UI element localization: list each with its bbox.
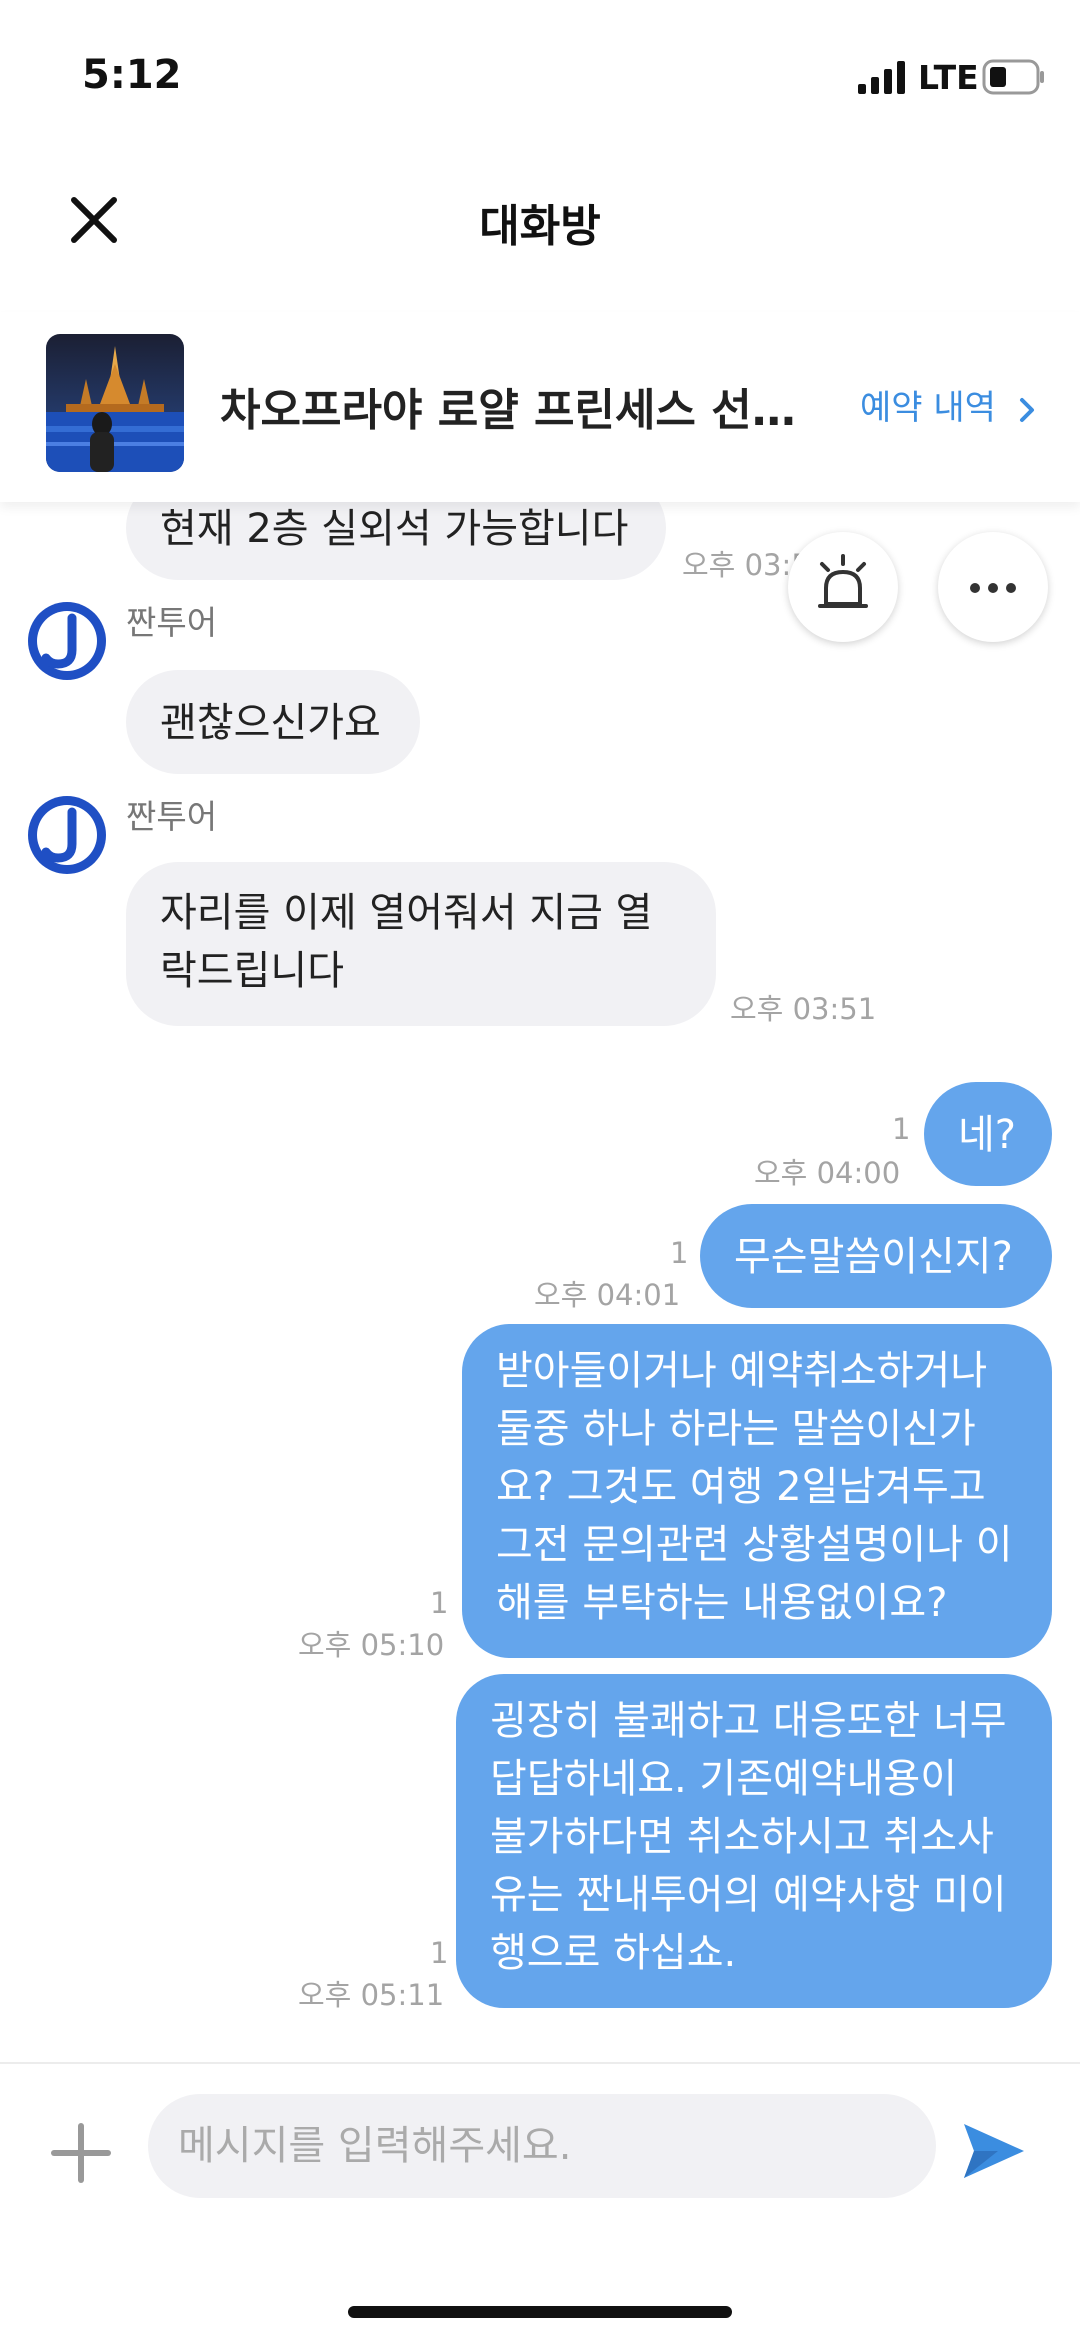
sender-name: 짠투어 — [126, 603, 218, 642]
status-time: 5:12 — [82, 52, 182, 98]
message-line: 자리를 이제 열어줘서 지금 열 — [160, 890, 653, 936]
message-time: 오후 05:11 — [298, 1978, 445, 2012]
booking-history-label: 예약 내역 — [860, 388, 996, 428]
chevron-right-icon — [1019, 397, 1034, 422]
read-count: 1 — [430, 1936, 449, 1970]
message-line: 답답하네요. 기존예약내용이 — [490, 1756, 958, 1802]
product-bar[interactable]: 차오프라야 로얄 프린세스 선셋... 예약 내역 — [0, 312, 1080, 502]
send-icon[interactable] — [958, 2116, 1028, 2186]
message-line: 받아들이거나 예약취소하거나 — [496, 1348, 988, 1394]
sender-avatar — [28, 796, 106, 874]
message-line: 그전 문의관련 상황설명이나 이 — [496, 1522, 1013, 1568]
siren-icon — [818, 554, 868, 608]
message-line: 요? 그것도 여행 2일남겨두고 — [496, 1464, 986, 1510]
message-bubble-outgoing: 굉장히 불쾌하고 대응또한 너무 답답하네요. 기존예약내용이 불가하다면 취소… — [456, 1674, 1052, 2008]
message-bubble-incoming: 자리를 이제 열어줘서 지금 열 락드립니다 — [126, 862, 716, 1026]
message-line: 유는 짠내투어의 예약사항 미이 — [490, 1872, 1007, 1918]
message-line: 불가하다면 취소하시고 취소사 — [490, 1814, 994, 1860]
message-input[interactable] — [148, 2094, 936, 2198]
message-text: 현재 2층 실외석 가능합니다 — [160, 506, 629, 552]
message-input-bar — [0, 2062, 1080, 2341]
page-title: 대화방 — [479, 201, 601, 252]
message-line: 행으로 하십쇼. — [490, 1930, 737, 1976]
message-text: 네? — [958, 1112, 1017, 1158]
message-bubble-incoming: 괜찮으신가요 — [126, 670, 420, 774]
message-bubble-outgoing: 무슨말씀이신지? — [700, 1204, 1052, 1308]
message-time: 오후 04:00 — [754, 1156, 901, 1190]
message-time: 오후 04:01 — [534, 1278, 681, 1312]
message-line: 락드립니다 — [160, 948, 344, 994]
message-bubble-incoming: 현재 2층 실외석 가능합니다 — [126, 502, 666, 580]
read-count: 1 — [892, 1112, 911, 1146]
more-dots-icon — [970, 583, 1016, 593]
read-count: 1 — [670, 1236, 689, 1270]
message-line: 둘중 하나 하라는 말씀이신가 — [496, 1406, 976, 1452]
message-time: 오후 05:10 — [298, 1628, 445, 1662]
battery-icon — [982, 59, 1044, 95]
home-indicator — [348, 2306, 732, 2318]
signal-icon — [858, 61, 905, 94]
chat-area[interactable]: 현재 2층 실외석 가능합니다 오후 03:5 짠투어 괜찮으신가요 짠투어 자… — [0, 502, 1080, 2060]
read-count: 1 — [430, 1586, 449, 1620]
booking-history-link[interactable]: 예약 내역 — [860, 380, 1039, 429]
message-time: 오후 03:51 — [730, 992, 877, 1026]
sender-name: 짠투어 — [126, 797, 218, 836]
product-thumbnail — [46, 334, 184, 472]
message-text: 괜찮으신가요 — [160, 700, 381, 746]
message-line: 굉장히 불쾌하고 대응또한 너무 — [490, 1698, 1007, 1744]
plus-icon[interactable] — [48, 2120, 114, 2186]
more-options-button[interactable] — [938, 532, 1048, 642]
message-bubble-outgoing: 네? — [924, 1082, 1052, 1186]
sender-avatar — [28, 602, 106, 680]
product-name: 차오프라야 로얄 프린세스 선셋... — [220, 385, 820, 436]
alarm-button[interactable] — [788, 532, 898, 642]
message-line: 해를 부탁하는 내용없이요? — [496, 1580, 948, 1626]
network-label: LTE — [918, 58, 979, 97]
message-bubble-outgoing: 받아들이거나 예약취소하거나 둘중 하나 하라는 말씀이신가 요? 그것도 여행… — [462, 1324, 1052, 1658]
message-text: 무슨말씀이신지? — [734, 1234, 1013, 1280]
